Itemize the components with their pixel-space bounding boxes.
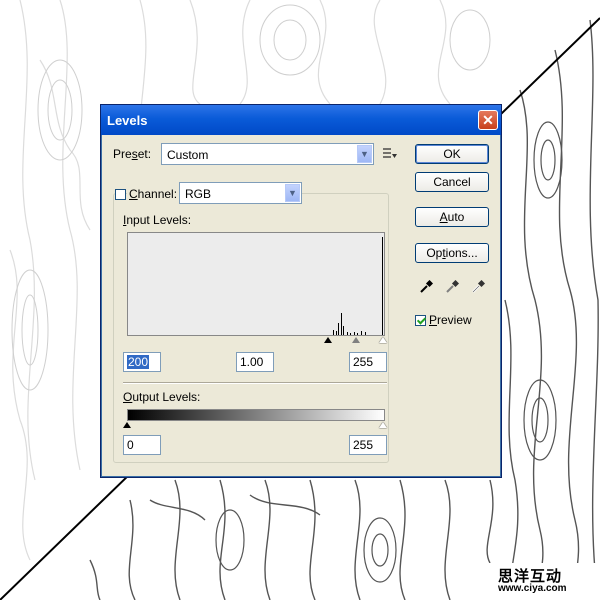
preview-label[interactable]: Preview bbox=[429, 313, 472, 327]
watermark-url: www.ciya.com bbox=[498, 583, 567, 594]
preset-select[interactable]: Custom ▼ bbox=[161, 143, 374, 165]
channel-value: RGB bbox=[185, 187, 212, 201]
options-button[interactable]: Op t ions... bbox=[415, 243, 489, 263]
histogram-bar bbox=[350, 333, 351, 335]
channel-select[interactable]: RGB ▼ bbox=[179, 182, 302, 204]
histogram-bar bbox=[338, 323, 339, 335]
black-eyedropper-icon[interactable] bbox=[419, 280, 433, 294]
input-black-slider[interactable] bbox=[324, 337, 332, 343]
input-white-slider[interactable] bbox=[379, 337, 387, 343]
histogram-bar bbox=[333, 330, 334, 335]
histogram-bar bbox=[343, 326, 344, 335]
watermark: 思洋互动 www.ciya.com bbox=[484, 563, 600, 600]
input-black-field[interactable]: 200 bbox=[123, 352, 161, 372]
histogram-bar bbox=[382, 237, 383, 335]
ok-button[interactable]: OK bbox=[415, 144, 489, 164]
output-white-slider[interactable] bbox=[379, 422, 387, 428]
preview-checkbox[interactable] bbox=[415, 315, 426, 326]
close-icon: ✕ bbox=[482, 111, 494, 128]
white-eyedropper-icon[interactable] bbox=[471, 280, 485, 294]
histogram-bar bbox=[361, 331, 362, 335]
histogram-bar bbox=[365, 332, 366, 335]
histogram bbox=[127, 232, 385, 336]
histogram-bar bbox=[341, 313, 342, 335]
divider bbox=[123, 382, 387, 384]
output-gradient-bar bbox=[127, 409, 385, 421]
preset-value: Custom bbox=[167, 148, 209, 162]
output-black-slider[interactable] bbox=[123, 422, 131, 428]
levels-dialog: Levels ✕ Preset: Custom ▼ OK Cancel Auto… bbox=[100, 104, 502, 478]
input-gamma-field[interactable]: 1.00 bbox=[236, 352, 274, 372]
title-bar[interactable]: Levels ✕ bbox=[101, 105, 501, 135]
histogram-bar bbox=[357, 333, 358, 335]
output-white-field[interactable]: 255 bbox=[349, 435, 387, 455]
preset-label: Preset: bbox=[113, 147, 152, 161]
auto-button[interactable]: Auto bbox=[415, 207, 489, 227]
output-levels-label: Output Levels: bbox=[123, 390, 201, 404]
histogram-bar bbox=[336, 331, 337, 335]
channel-group-checkbox[interactable] bbox=[115, 189, 126, 200]
preset-options-icon[interactable] bbox=[383, 147, 397, 162]
chevron-down-icon[interactable]: ▼ bbox=[285, 184, 300, 202]
chevron-down-icon[interactable]: ▼ bbox=[357, 145, 372, 163]
close-button[interactable]: ✕ bbox=[478, 110, 498, 130]
input-gamma-slider[interactable] bbox=[352, 337, 360, 343]
histogram-bar bbox=[354, 332, 355, 335]
input-levels-label: Input Levels: bbox=[123, 213, 192, 227]
output-black-field[interactable]: 0 bbox=[123, 435, 161, 455]
histogram-bar bbox=[347, 332, 348, 335]
gray-eyedropper-icon[interactable] bbox=[445, 280, 459, 294]
input-white-field[interactable]: 255 bbox=[349, 352, 387, 372]
channel-label: Channel: bbox=[127, 187, 180, 201]
cancel-button[interactable]: Cancel bbox=[415, 172, 489, 192]
dialog-title: Levels bbox=[107, 113, 148, 128]
